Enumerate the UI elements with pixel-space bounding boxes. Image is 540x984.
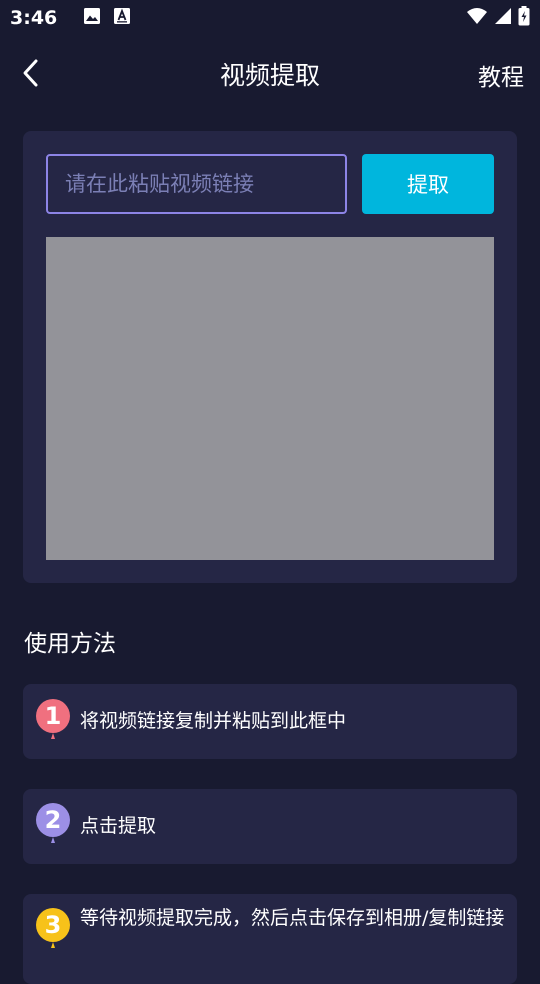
page-title: 视频提取 [219,61,320,90]
step-1-number: 1 [45,702,62,730]
step-card-3: 3 等待视频提取完成，然后点击保存到相册/复制链接 [23,894,517,984]
status-bar: 3:46 [0,0,540,36]
status-left-icons [83,7,131,30]
nav-bar: 视频提取 教程 [0,44,540,102]
video-preview-area [46,237,494,560]
extract-button[interactable]: 提取 [362,154,494,214]
image-icon [83,7,101,30]
step-3-badge-icon: 3 [36,908,70,948]
usage-section-title: 使用方法 [24,631,116,657]
video-link-input[interactable] [46,154,347,214]
signal-icon [494,7,512,30]
step-card-2: 2 点击提取 [23,789,517,864]
font-icon [113,7,131,30]
step-1-text: 将视频链接复制并粘贴到此框中 [80,710,347,732]
status-time: 3:46 [10,7,58,29]
step-1-badge-icon: 1 [36,699,70,739]
step-2-number: 2 [45,806,62,834]
step-2-text: 点击提取 [80,815,157,837]
step-card-1: 1 将视频链接复制并粘贴到此框中 [23,684,517,759]
step-3-text: 等待视频提取完成，然后点击保存到相册/复制链接 [80,907,505,929]
status-right-icons [466,5,530,31]
tutorial-link[interactable]: 教程 [478,58,524,92]
extract-card: 提取 [23,131,517,583]
step-3-number: 3 [45,911,62,939]
wifi-icon [466,7,488,30]
step-2-badge-icon: 2 [36,803,70,843]
battery-icon [518,5,530,31]
